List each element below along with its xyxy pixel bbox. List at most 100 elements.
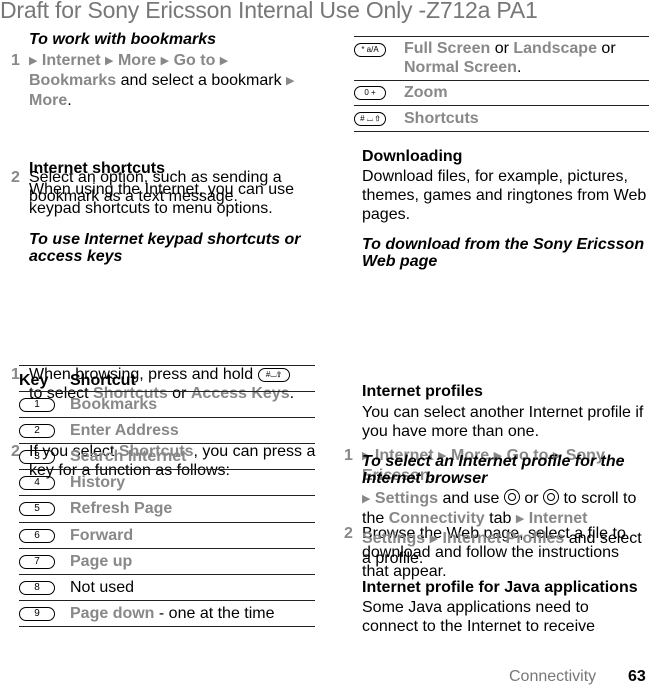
menu-more: More xyxy=(29,92,68,109)
shortcut-label: History xyxy=(70,474,125,492)
option-shortcuts: Shortcuts xyxy=(404,110,479,127)
step-number: 2 xyxy=(344,525,353,542)
key-4-icon: 4 xyxy=(19,476,55,491)
key-5-icon: 5 xyxy=(19,502,55,517)
shortcut-note: - one at the time xyxy=(154,604,275,622)
shortcut-name: Forward xyxy=(70,526,134,544)
table-row: 4 History xyxy=(19,470,315,496)
page-number: 63 xyxy=(628,668,646,685)
download-heading: To download from the Sony Ericsson Web p… xyxy=(362,236,645,270)
text: or xyxy=(596,40,616,57)
arrow-icon: ▶ xyxy=(286,75,295,87)
table-row: 9 Page down - one at the time xyxy=(19,601,315,627)
shortcut-name: Refresh Page xyxy=(70,500,173,518)
table-row: 6 Forward xyxy=(19,523,315,549)
shortcut-label: Not used xyxy=(70,579,134,597)
nav-left-icon xyxy=(503,489,520,505)
internet-shortcuts-heading: Internet shortcuts xyxy=(29,160,166,177)
table-row: 0 + Zoom xyxy=(354,82,649,106)
key-9-icon: 9 xyxy=(19,606,55,621)
table-row: 3 Search Internet xyxy=(19,444,315,470)
arrow-icon: ▶ xyxy=(429,533,439,545)
shortcut-label: Enter Address xyxy=(70,422,179,440)
zero-key-icon: 0 + xyxy=(354,86,386,100)
key-2-icon: 2 xyxy=(19,424,55,439)
table-row: 8 Not used xyxy=(19,575,315,601)
table-row: * a/A Full Screen or Landscape or Normal… xyxy=(354,39,649,81)
text: or xyxy=(490,40,514,57)
table-row: 7 Page up xyxy=(19,549,315,575)
hash-key-icon: #⌴⇧ xyxy=(257,367,290,382)
footer-section-name: Connectivity xyxy=(509,668,597,685)
downloading-heading: Downloading xyxy=(362,148,463,165)
step-text: and select a bookmark xyxy=(116,72,287,89)
arrow-icon: ▶ xyxy=(160,55,170,67)
text: and use xyxy=(438,490,504,507)
java-profile-heading: Internet profile for Java applications xyxy=(362,579,638,596)
key-8-icon: 8 xyxy=(19,580,55,595)
option-landscape: Landscape xyxy=(513,40,597,57)
shortcut-name: Enter Address xyxy=(70,422,179,440)
shortcut-label: Forward xyxy=(70,527,133,545)
table-top-rule xyxy=(354,36,649,37)
tab-connectivity: Connectivity xyxy=(388,510,485,527)
bookmarks-step-1: 1 ▶ Internet ▶ More ▶ Go to ▶ Bookmarks … xyxy=(11,51,314,110)
select-profile-heading: To select an Internet profile for the In… xyxy=(362,453,625,487)
row-rule xyxy=(354,105,649,106)
table-row: 1 Bookmarks xyxy=(19,392,315,418)
key-7-icon: 7 xyxy=(19,554,55,569)
shortcut-name: Search Internet xyxy=(70,448,187,466)
table-row: 2 Enter Address xyxy=(19,418,315,444)
menu-settings: Settings xyxy=(374,490,439,507)
text: tab xyxy=(484,510,516,527)
shortcut-label: Refresh Page xyxy=(70,500,172,518)
arrow-icon: ▶ xyxy=(362,493,371,505)
punct: . xyxy=(516,59,522,76)
downloading-body: Download files, for example, pictures, t… xyxy=(362,168,647,223)
shortcut-label: Search Internet xyxy=(70,448,186,466)
internet-profiles-heading: Internet profiles xyxy=(362,383,483,400)
option-full-screen: Full Screen xyxy=(404,40,491,57)
hash-key-icon: # ⌴ ⇧ xyxy=(354,112,386,126)
shortcut-name: Not used xyxy=(70,578,135,596)
internet-shortcuts-body: When using the Internet, you can use key… xyxy=(29,181,295,217)
step-number: 1 xyxy=(344,447,353,464)
draft-watermark-title: Draft for Sony Ericsson Internal Use Onl… xyxy=(0,0,538,23)
punct: . xyxy=(67,92,72,109)
star-key-icon: * a/A xyxy=(354,43,386,57)
table-header-shortcut: Shortcut xyxy=(70,372,136,389)
shortcut-name: Bookmarks xyxy=(70,396,158,413)
shortcut-label: Page up xyxy=(70,553,132,571)
shortcut-name: Page up xyxy=(70,552,133,570)
key-1-icon: 1 xyxy=(19,398,55,412)
select-profile-instructions: ▶ Settings and use or to scroll to the C… xyxy=(362,489,649,568)
row-rule xyxy=(354,80,649,81)
key-6-icon: 6 xyxy=(19,528,55,543)
arrow-icon: ▶ xyxy=(515,513,525,525)
text: or xyxy=(519,490,543,507)
arrow-icon: ▶ xyxy=(29,55,38,67)
row-rule xyxy=(19,625,315,627)
menu-go-to: Go to xyxy=(173,52,216,69)
table-bottom-rule xyxy=(354,131,649,132)
shortcut-name: Page down xyxy=(70,604,155,622)
table-row: 5 Refresh Page xyxy=(19,496,315,522)
menu-internet: Internet xyxy=(41,52,101,69)
nav-right-icon xyxy=(543,489,559,505)
internet-profiles-body: You can select another Internet profile … xyxy=(362,404,644,440)
option-zoom: Zoom xyxy=(404,84,448,101)
step-text: When browsing, press and hold xyxy=(29,366,254,383)
step-number: 1 xyxy=(11,52,20,69)
keypad-shortcuts-heading: To use Internet keypad shortcuts or acce… xyxy=(29,231,301,265)
option-normal-screen: Normal Screen xyxy=(404,59,517,76)
shortcut-label: Page down - one at the time xyxy=(70,605,275,623)
step-number: 2 xyxy=(11,169,20,186)
table-header-key: Key xyxy=(19,372,49,389)
key-3-icon: 3 xyxy=(19,450,55,465)
arrow-icon: ▶ xyxy=(105,55,114,67)
shortcut-name: History xyxy=(70,474,126,492)
menu-more: More xyxy=(117,52,157,69)
arrow-icon: ▶ xyxy=(219,55,229,67)
bookmarks-heading: To work with bookmarks xyxy=(29,31,216,48)
table-row: # ⌴ ⇧ Shortcuts xyxy=(354,108,649,132)
